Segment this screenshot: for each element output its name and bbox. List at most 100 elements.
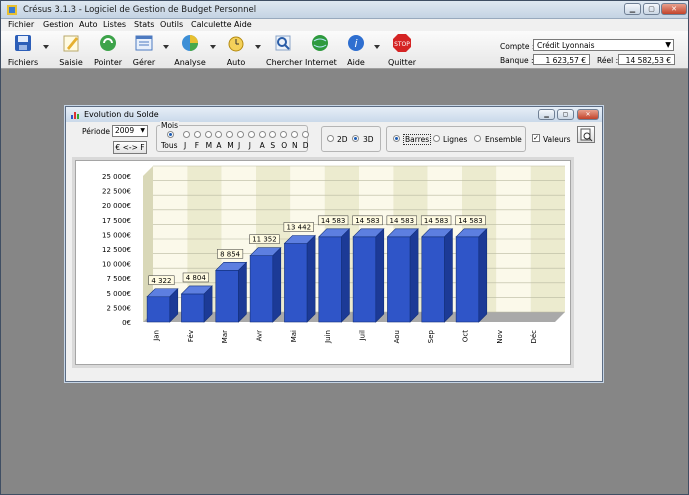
radio-month-tous[interactable] — [167, 131, 174, 138]
mois-label: Mois — [160, 121, 180, 130]
valeurs-checkbox[interactable]: ✓ — [532, 134, 540, 142]
internet-label: Internet — [305, 58, 337, 67]
pointer-button[interactable]: Pointer — [91, 33, 125, 67]
x-tick-label: Avr — [255, 330, 263, 342]
chevron-down-icon: ▼ — [140, 127, 145, 134]
analyse-dropdown-arrow[interactable] — [210, 45, 216, 49]
label-month-7: J — [248, 141, 252, 150]
radio-month-7[interactable] — [247, 131, 255, 138]
menu-aide[interactable]: Aide — [234, 20, 252, 29]
internet-button[interactable]: Internet — [305, 33, 337, 67]
bar-side — [341, 228, 350, 323]
data-label: 13 442 — [287, 223, 312, 231]
pencil-note-icon — [63, 35, 79, 52]
label-2d: 2D — [337, 135, 348, 144]
menu-listes[interactable]: Listes — [103, 20, 126, 29]
info-icon: i — [348, 35, 364, 51]
quitter-button[interactable]: STOP Quitter — [387, 33, 417, 67]
radio-2d[interactable] — [327, 135, 334, 142]
bar-side — [306, 234, 316, 323]
menu-stats[interactable]: Stats — [134, 20, 154, 29]
currency-toggle-button[interactable]: € <-> F — [113, 141, 147, 154]
radio-lignes[interactable] — [433, 135, 440, 142]
bar — [215, 269, 239, 323]
aide-label: Aide — [347, 58, 365, 67]
toolbar: Fichiers Saisie Pointer Gérer Analyse Au… — [1, 31, 688, 69]
periode-select[interactable]: 2009 ▼ — [112, 125, 148, 137]
stop-sign-icon: STOP — [393, 34, 411, 52]
banque-value: 1 623,57 € — [533, 54, 590, 65]
label-month-1: J — [184, 141, 187, 150]
radio-barres[interactable] — [393, 135, 400, 142]
label-month-2: F — [194, 141, 200, 150]
menu-calculette[interactable]: Calculette — [191, 20, 232, 29]
label-month-5: M — [227, 141, 234, 150]
saisie-button[interactable]: Saisie — [56, 33, 86, 67]
y-tick-label: 15 000€ — [102, 231, 131, 239]
radio-ensemble[interactable] — [474, 135, 481, 142]
app-icon — [7, 5, 17, 15]
x-tick-label: Juil — [358, 330, 366, 341]
chevron-down-icon: ▼ — [665, 40, 671, 49]
y-tick-label: 7 500€ — [107, 275, 132, 283]
svg-text:STOP: STOP — [394, 41, 410, 48]
aide-dropdown-arrow[interactable] — [374, 45, 380, 49]
radio-month-1[interactable] — [183, 131, 190, 138]
aide-button[interactable]: i Aide — [344, 33, 368, 67]
fichiers-button[interactable]: Fichiers — [7, 33, 39, 67]
bar — [249, 255, 274, 323]
evolution-minimize-button[interactable]: ▁ — [538, 109, 555, 120]
radio-month-12[interactable] — [301, 131, 309, 138]
gerer-label: Gérer — [132, 58, 156, 67]
close-button[interactable]: ✕ — [661, 3, 687, 15]
gerer-dropdown-arrow[interactable] — [163, 45, 169, 49]
svg-text:i: i — [354, 37, 357, 50]
bar — [318, 236, 342, 323]
chercher-label: Chercher — [266, 58, 303, 67]
minimize-button[interactable]: ▁ — [624, 3, 641, 15]
radio-3d[interactable] — [352, 135, 359, 142]
auto-dropdown-arrow[interactable] — [255, 45, 261, 49]
label-month-12: D — [302, 141, 309, 150]
print-preview-button[interactable] — [577, 126, 595, 143]
compte-select[interactable]: Crédit Lyonnais ▼ — [533, 39, 674, 51]
radio-month-8[interactable] — [258, 131, 266, 138]
label-3d: 3D — [363, 135, 374, 144]
gerer-button[interactable]: Gérer — [129, 33, 159, 67]
bar — [284, 243, 308, 323]
x-tick-label: Nov — [496, 330, 504, 344]
y-tick-label: 20 000€ — [102, 202, 131, 210]
auto-button[interactable]: Auto — [223, 33, 249, 67]
radio-month-11[interactable] — [291, 131, 298, 138]
x-tick-label: Sep — [427, 329, 435, 343]
radio-month-6[interactable] — [237, 131, 244, 138]
menu-fichier[interactable]: Fichier — [8, 20, 34, 29]
clock-icon — [228, 36, 244, 52]
x-tick-label: Aou — [393, 330, 401, 343]
maximize-button[interactable]: ▢ — [643, 3, 660, 15]
bar — [455, 236, 480, 323]
label-month-tous: Tous — [161, 141, 178, 150]
chart-frame: 0€ 2 500€ 5 000€ 7 500€ 10 000€ 12 500€ 15 000… — [72, 157, 574, 368]
pointer-label: Pointer — [93, 58, 123, 67]
evolution-close-button[interactable]: ✕ — [577, 109, 599, 120]
bar — [146, 296, 171, 323]
radio-month-3[interactable] — [204, 131, 212, 138]
fichiers-dropdown-arrow[interactable] — [43, 45, 49, 49]
chercher-button[interactable]: Chercher — [266, 33, 303, 67]
y-tick-label: 12 500€ — [102, 246, 131, 254]
label-month-8: A — [259, 141, 265, 150]
y-tick-label: 5 000€ — [107, 290, 132, 298]
bar-side — [478, 228, 488, 323]
menu-auto[interactable]: Auto — [79, 20, 98, 29]
menu-outils[interactable]: Outils — [160, 20, 183, 29]
radio-month-2[interactable] — [193, 131, 201, 138]
evolution-maximize-button[interactable]: ▢ — [557, 109, 574, 120]
y-tick-label: 10 000€ — [102, 261, 131, 269]
data-label: 11 352 — [252, 236, 277, 244]
valeurs-label: Valeurs — [543, 135, 571, 144]
menu-gestion[interactable]: Gestion — [43, 20, 74, 29]
data-label: 14 583 — [424, 217, 449, 225]
analyse-button[interactable]: Analyse — [173, 33, 207, 67]
reel-label: Réel : — [597, 56, 619, 65]
